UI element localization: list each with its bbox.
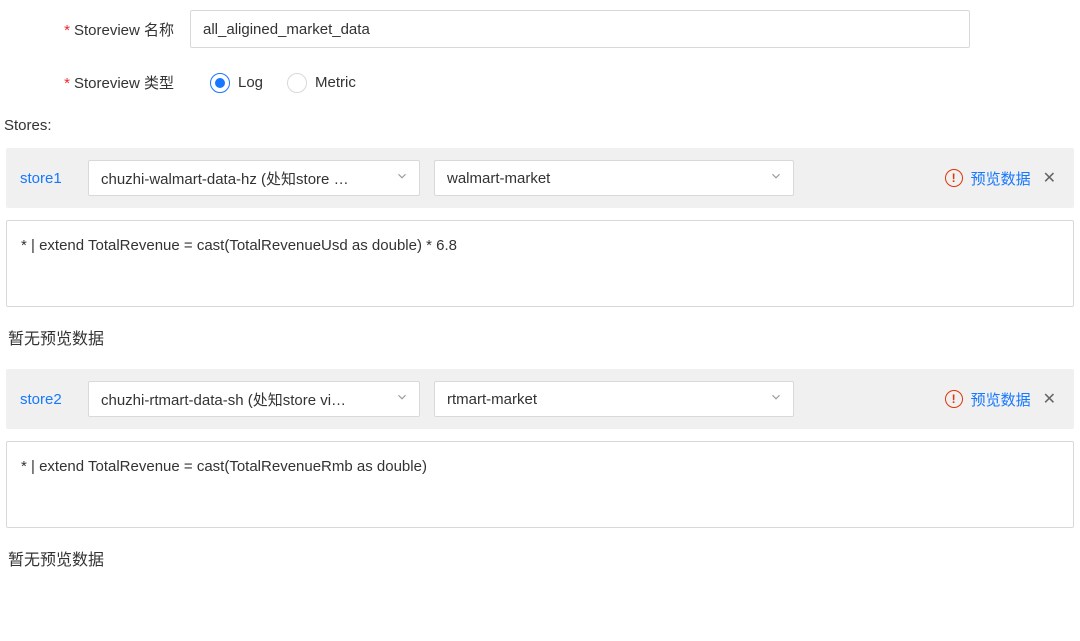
project-select-value: chuzhi-rtmart-data-sh (处知store vi…: [101, 389, 346, 410]
stores-section-label: Stores:: [0, 117, 1080, 148]
storeview-name-input[interactable]: [190, 10, 970, 48]
preview-data-link[interactable]: 预览数据: [971, 168, 1031, 189]
store-card: store1 chuzhi-walmart-data-hz (处知store ……: [6, 148, 1074, 349]
store-header-actions: ! 预览数据 ✕: [945, 168, 1060, 189]
radio-metric-label: Metric: [315, 74, 356, 91]
store-header-actions: ! 预览数据 ✕: [945, 389, 1060, 410]
project-select[interactable]: chuzhi-rtmart-data-sh (处知store vi…: [88, 381, 420, 417]
chevron-down-icon: [395, 169, 409, 187]
preview-data-link[interactable]: 预览数据: [971, 389, 1031, 410]
name-label-text: Storeview 名称: [74, 22, 174, 39]
radio-circle-icon: [287, 73, 307, 93]
radio-circle-icon: [210, 73, 230, 93]
store-name-label: store1: [20, 170, 74, 187]
project-select[interactable]: chuzhi-walmart-data-hz (处知store …: [88, 160, 420, 196]
logstore-select-value: rtmart-market: [447, 391, 537, 408]
no-preview-text: 暂无预览数据: [6, 325, 1074, 349]
project-select-value: chuzhi-walmart-data-hz (处知store …: [101, 168, 349, 189]
required-star-icon: *: [64, 75, 70, 92]
store-header: store2 chuzhi-rtmart-data-sh (处知store vi…: [6, 369, 1074, 429]
type-radio-group: Log Metric: [190, 73, 356, 93]
required-star-icon: *: [64, 22, 70, 39]
store-card: store2 chuzhi-rtmart-data-sh (处知store vi…: [6, 369, 1074, 570]
chevron-down-icon: [395, 390, 409, 408]
query-input[interactable]: * | extend TotalRevenue = cast(TotalReve…: [6, 220, 1074, 307]
warning-icon: !: [945, 169, 963, 187]
logstore-select-value: walmart-market: [447, 170, 550, 187]
radio-log[interactable]: Log: [210, 73, 263, 93]
type-label: *Storeview 类型: [50, 72, 190, 93]
radio-log-label: Log: [238, 74, 263, 91]
query-text: * | extend TotalRevenue = cast(TotalReve…: [21, 237, 457, 254]
name-label: *Storeview 名称: [50, 19, 190, 40]
logstore-select[interactable]: rtmart-market: [434, 381, 794, 417]
store-header: store1 chuzhi-walmart-data-hz (处知store ……: [6, 148, 1074, 208]
type-label-text: Storeview 类型: [74, 75, 174, 92]
chevron-down-icon: [769, 390, 783, 408]
chevron-down-icon: [769, 169, 783, 187]
form-row-type: *Storeview 类型 Log Metric: [0, 72, 1080, 93]
store-name-label: store2: [20, 391, 74, 408]
warning-icon: !: [945, 390, 963, 408]
form-row-name: *Storeview 名称: [0, 10, 1080, 48]
no-preview-text: 暂无预览数据: [6, 546, 1074, 570]
close-icon[interactable]: ✕: [1039, 168, 1060, 188]
query-input[interactable]: * | extend TotalRevenue = cast(TotalReve…: [6, 441, 1074, 528]
logstore-select[interactable]: walmart-market: [434, 160, 794, 196]
radio-metric[interactable]: Metric: [287, 73, 356, 93]
close-icon[interactable]: ✕: [1039, 389, 1060, 409]
query-text: * | extend TotalRevenue = cast(TotalReve…: [21, 458, 427, 475]
